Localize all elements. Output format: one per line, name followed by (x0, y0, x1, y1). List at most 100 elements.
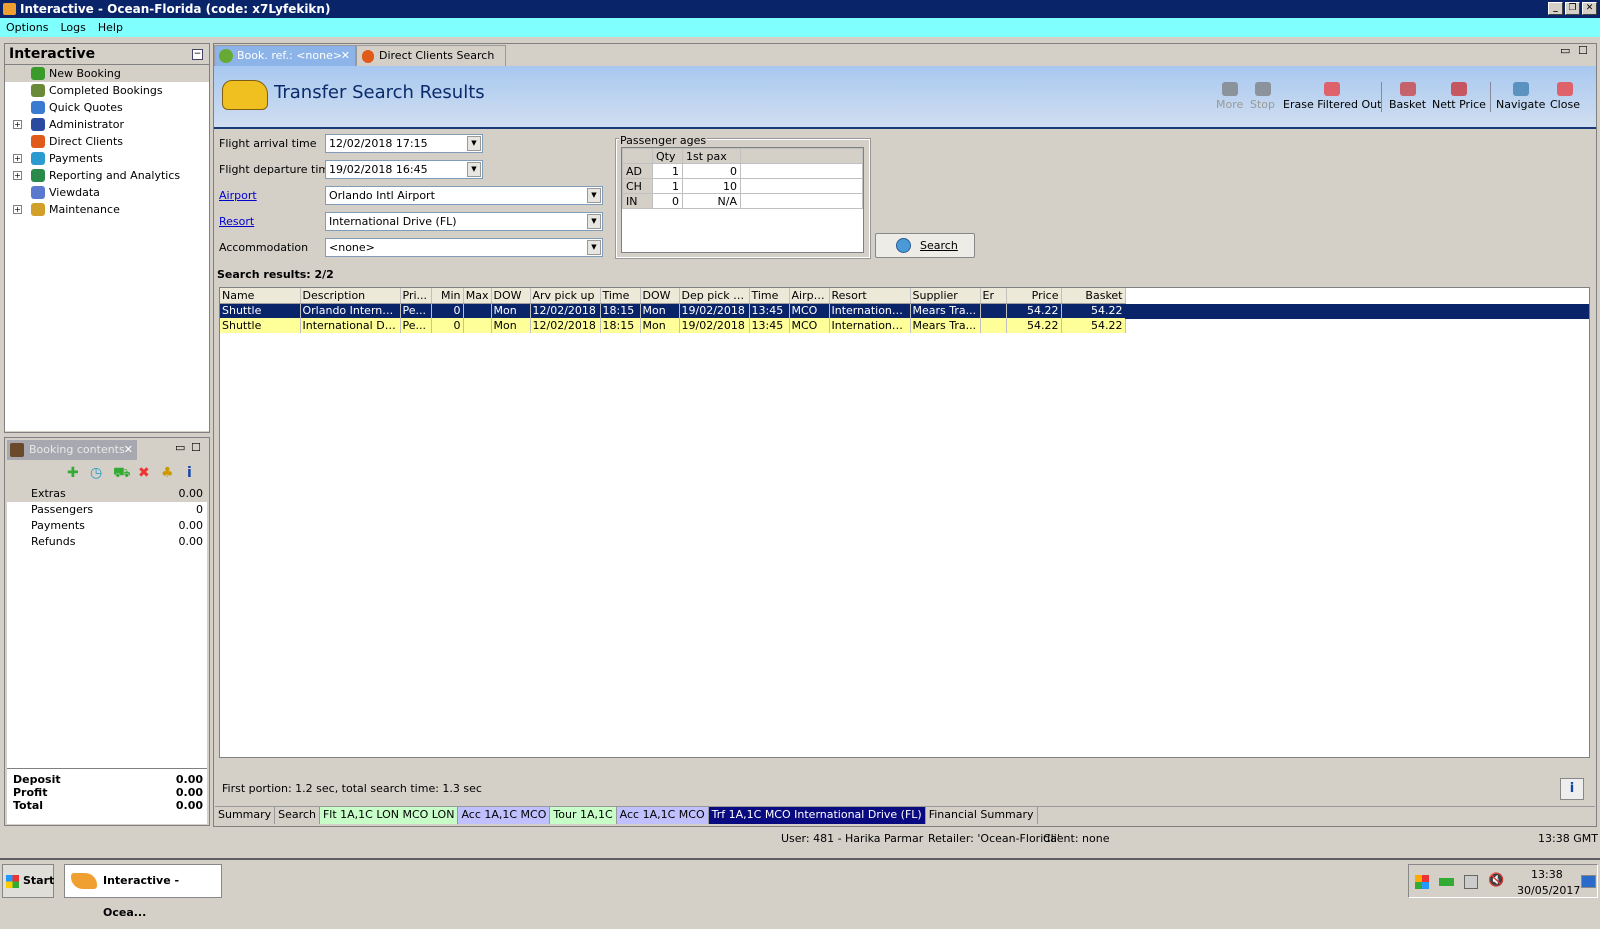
pax-cell[interactable]: N/A (682, 193, 741, 209)
dropdown-arrow-icon[interactable]: ▼ (467, 162, 481, 177)
dropdown-arrow-icon[interactable]: ▼ (587, 188, 601, 203)
menu-options[interactable]: Options (6, 21, 48, 34)
bottom-tab[interactable]: Trf 1A,1C MCO International Drive (FL) (708, 807, 926, 824)
column-header[interactable]: Price (1006, 288, 1062, 304)
stop-button[interactable]: Stop (1250, 82, 1275, 111)
column-header[interactable]: Time (749, 288, 790, 304)
restore-button[interactable]: ❐ (1565, 2, 1580, 15)
accommodation-select[interactable]: <none> ▼ (325, 238, 603, 257)
column-header[interactable]: Pri... (400, 288, 432, 304)
column-header[interactable]: Arv pick up (530, 288, 601, 304)
booking-row[interactable]: Passengers 0 (7, 502, 207, 518)
volume-muted-icon[interactable]: 🔇 (1488, 873, 1504, 888)
close-tab-icon[interactable]: ✕ (124, 440, 133, 460)
sidebar-item[interactable]: New Booking (5, 65, 209, 82)
show-desktop-icon[interactable] (1581, 875, 1596, 888)
maximize-panel-icon[interactable]: ☐ (191, 441, 201, 454)
column-header[interactable]: Er (980, 288, 1007, 304)
booking-contents-tab[interactable]: Booking contents ✕ (7, 440, 137, 460)
sidebar-item[interactable]: + Reporting and Analytics (5, 167, 209, 184)
dropdown-arrow-icon[interactable]: ▼ (467, 136, 481, 151)
bottom-tab[interactable]: Tour 1A,1C (550, 807, 617, 824)
tab-direct-clients-search[interactable]: Direct Clients Search (356, 45, 506, 66)
navigate-button[interactable]: Navigate (1496, 82, 1545, 111)
pax-cell[interactable]: 10 (682, 178, 741, 194)
sidebar-item[interactable]: Direct Clients (5, 133, 209, 150)
search-button[interactable]: Search (875, 233, 975, 258)
expand-icon[interactable]: + (13, 120, 22, 129)
booking-row[interactable]: Refunds 0.00 (7, 534, 207, 550)
column-header[interactable]: Airport (789, 288, 830, 304)
maximize-panel-icon[interactable]: ☐ (1578, 44, 1588, 57)
column-header[interactable]: Resort (829, 288, 911, 304)
palm-icon[interactable]: ♣ (161, 460, 174, 486)
antivirus-icon[interactable] (1415, 875, 1429, 889)
sidebar-item[interactable]: + Maintenance (5, 201, 209, 218)
sidebar-item[interactable]: + Payments (5, 150, 209, 167)
bottom-tab[interactable]: Acc 1A,1C MCO (616, 807, 709, 824)
passenger-ages-table[interactable]: Qty 1st pax AD 1 0 CH 1 10 IN 0 N/A (622, 148, 863, 209)
pax-row[interactable]: AD 1 0 (622, 163, 863, 179)
booking-row[interactable]: Extras 0.00 (7, 486, 207, 502)
pax-cell[interactable]: 1 (652, 178, 683, 194)
column-header[interactable]: Max (463, 288, 492, 304)
tab-booking[interactable]: Book. ref.: <none> ✕ (214, 45, 356, 66)
expand-icon[interactable]: + (13, 205, 22, 214)
start-button[interactable]: Start (2, 864, 54, 898)
column-header[interactable]: Description (300, 288, 401, 304)
sidebar-item[interactable]: Viewdata (5, 184, 209, 201)
column-header[interactable]: Basket (1061, 288, 1126, 304)
booking-row[interactable]: Payments 0.00 (7, 518, 207, 534)
column-header[interactable]: Supplier (910, 288, 981, 304)
pax-cell[interactable]: 0 (682, 163, 741, 179)
column-header[interactable]: DOW (491, 288, 531, 304)
column-header[interactable]: Min (431, 288, 464, 304)
bottom-tab[interactable]: Search (275, 807, 320, 824)
add-icon[interactable]: ✚ (67, 460, 79, 486)
pax-row[interactable]: IN 0 N/A (622, 193, 863, 209)
bottom-tab[interactable]: Flt 1A,1C LON MCO LON (319, 807, 459, 824)
close-button[interactable]: Close (1550, 82, 1580, 111)
column-header[interactable]: Dep pick up (679, 288, 750, 304)
bottom-tab[interactable]: Financial Summary (925, 807, 1038, 824)
erase-filtered-out-button[interactable]: Erase Filtered Out (1283, 82, 1381, 111)
minimize-button[interactable]: _ (1548, 2, 1563, 15)
taskbar-app-interactive[interactable]: Interactive - Ocea... (64, 864, 222, 919)
close-tab-icon[interactable]: ✕ (341, 46, 350, 66)
info-icon[interactable]: i (187, 460, 192, 486)
sidebar-item[interactable]: Completed Bookings (5, 82, 209, 99)
close-window-button[interactable]: ✕ (1582, 2, 1597, 15)
clock-icon[interactable]: ◷ (90, 460, 102, 486)
basket-button[interactable]: Basket (1389, 82, 1426, 111)
sidebar-item[interactable]: + Administrator (5, 116, 209, 133)
basket-icon[interactable]: ⛟ (113, 460, 131, 486)
sidebar-item[interactable]: Quick Quotes (5, 99, 209, 116)
collapse-icon[interactable]: − (192, 49, 203, 60)
more-button[interactable]: More (1216, 82, 1243, 111)
minimize-panel-icon[interactable]: ▭ (175, 441, 185, 454)
delete-icon[interactable]: ✖ (138, 460, 150, 486)
expand-icon[interactable]: + (13, 154, 22, 163)
resort-select[interactable]: International Drive (FL) ▼ (325, 212, 603, 231)
airport-select[interactable]: Orlando Intl Airport ▼ (325, 186, 603, 205)
column-header[interactable]: DOW (640, 288, 680, 304)
table-row[interactable]: Shuttle Orlando Internat... Pe... 0 Mon 12/02… (220, 303, 1126, 318)
menu-help[interactable]: Help (98, 21, 123, 34)
menu-logs[interactable]: Logs (60, 21, 85, 34)
network-card-icon[interactable] (1439, 878, 1454, 886)
column-header[interactable]: Time (600, 288, 641, 304)
table-row[interactable]: Shuttle International Dri... Pe... 0 Mon 12/0… (220, 318, 1126, 333)
expand-icon[interactable]: + (13, 171, 22, 180)
minimize-panel-icon[interactable]: ▭ (1560, 44, 1570, 57)
departure-time-input[interactable]: 19/02/2018 16:45 ▼ (325, 160, 483, 179)
bottom-tab[interactable]: Acc 1A,1C MCO (458, 807, 551, 824)
dropdown-arrow-icon[interactable]: ▼ (587, 214, 601, 229)
pax-row[interactable]: CH 1 10 (622, 178, 863, 194)
resort-link[interactable]: Resort (219, 213, 254, 231)
nett-price-button[interactable]: Nett Price (1432, 82, 1486, 111)
airport-link[interactable]: Airport (219, 187, 257, 205)
column-header[interactable]: Name (220, 288, 301, 304)
arrival-time-input[interactable]: 12/02/2018 17:15 ▼ (325, 134, 483, 153)
bottom-tab[interactable]: Summary (215, 807, 276, 824)
info-button[interactable]: i (1560, 778, 1584, 800)
